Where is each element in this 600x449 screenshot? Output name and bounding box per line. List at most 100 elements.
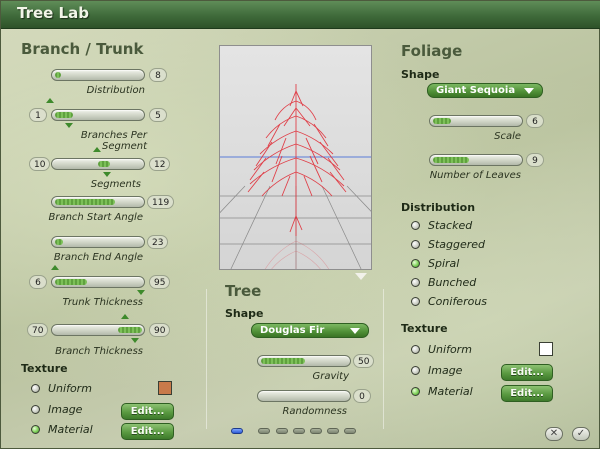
radio-button[interactable] [31, 425, 40, 434]
gravity-value: 50 [353, 354, 375, 368]
distribution-bunched[interactable]: Bunched [411, 276, 521, 290]
max-marker[interactable] [137, 290, 145, 295]
min-marker[interactable] [121, 314, 129, 319]
radio-button[interactable] [31, 405, 40, 414]
trunk-thickness-label: Trunk Thickness [62, 297, 143, 308]
scale-label: Scale [494, 131, 521, 142]
foliage-image-edit-button[interactable]: Edit... [501, 364, 553, 381]
max-marker[interactable] [103, 172, 111, 177]
segments-max: 12 [149, 157, 171, 171]
radio-label: Spiral [428, 257, 460, 270]
distribution-value: 8 [149, 68, 167, 82]
tree-preview-render [220, 84, 371, 269]
radio-label: Material [48, 423, 93, 436]
radio-button[interactable] [411, 259, 420, 268]
radio-button[interactable] [411, 240, 420, 249]
branches-per-segment-label: Branches Per Segment [80, 130, 147, 152]
foliage-material-edit-button[interactable]: Edit... [501, 385, 553, 402]
segments-slider[interactable] [51, 158, 145, 170]
gravity-label: Gravity [312, 371, 349, 382]
min-marker[interactable] [93, 147, 101, 152]
radio-label: Uniform [428, 343, 472, 356]
branch-thickness-min: 70 [27, 323, 49, 337]
max-marker[interactable] [65, 123, 73, 128]
branch-texture-title: Texture [21, 362, 68, 375]
number-of-leaves-value: 9 [526, 153, 544, 167]
foliage-shape-value: Giant Sequoia [436, 85, 516, 96]
branch-end-angle-slider[interactable] [51, 236, 145, 248]
tree-title: Tree [225, 282, 262, 300]
number-of-leaves-slider[interactable] [429, 154, 523, 166]
radio-button[interactable] [411, 366, 420, 375]
foliage-shape-dropdown[interactable]: Giant Sequoia [427, 83, 543, 98]
viewport-collapse-icon[interactable] [355, 273, 367, 280]
branch-start-angle-slider[interactable] [51, 196, 145, 208]
tree-preview-viewport[interactable] [219, 45, 372, 270]
branch-material-edit-button[interactable]: Edit... [121, 423, 174, 440]
page-indicator-2[interactable] [258, 428, 270, 434]
branch-color-swatch[interactable] [158, 381, 172, 395]
branch-thickness-slider[interactable] [51, 324, 145, 336]
distribution-slider[interactable] [51, 69, 145, 81]
branch-thickness-label: Branch Thickness [55, 346, 143, 357]
page-indicator-6[interactable] [327, 428, 339, 434]
page-indicator-3[interactable] [276, 428, 288, 434]
segments-label: Segments [90, 179, 141, 190]
branch-trunk-title: Branch / Trunk [21, 40, 144, 58]
foliage-texture-material[interactable]: Material [411, 385, 501, 399]
page-indicator-7[interactable] [344, 428, 356, 434]
scale-slider[interactable] [429, 115, 523, 127]
branches-per-segment-slider[interactable] [51, 109, 145, 121]
trunk-thickness-max: 95 [149, 275, 171, 289]
foliage-shape-label: Shape [401, 68, 440, 81]
branch-texture-uniform[interactable]: Uniform [31, 382, 151, 396]
number-of-leaves-label: Number of Leaves [429, 170, 521, 181]
foliage-title: Foliage [401, 42, 463, 60]
page-indicator-1[interactable] [231, 428, 243, 434]
radio-button[interactable] [411, 297, 420, 306]
foliage-texture-uniform[interactable]: Uniform [411, 343, 521, 357]
distribution-stacked[interactable]: Stacked [411, 219, 521, 233]
divider [383, 289, 384, 429]
randomness-slider[interactable] [257, 390, 351, 402]
branches-per-segment-max: 5 [149, 108, 167, 122]
trunk-thickness-slider[interactable] [51, 276, 145, 288]
title-bar[interactable]: Tree Lab [1, 1, 600, 29]
min-marker[interactable] [46, 98, 54, 103]
scale-value: 6 [526, 114, 544, 128]
foliage-color-swatch[interactable] [539, 342, 553, 356]
checkmark-icon[interactable]: ✓ [572, 427, 590, 441]
radio-button[interactable] [411, 278, 420, 287]
radio-label: Stacked [428, 219, 473, 232]
radio-label: Uniform [48, 382, 92, 395]
randomness-label: Randomness [282, 406, 347, 417]
gravity-slider[interactable] [257, 355, 351, 367]
segments-min: 10 [29, 157, 51, 171]
radio-button[interactable] [31, 384, 40, 393]
branch-image-edit-button[interactable]: Edit... [121, 403, 174, 420]
radio-label: Bunched [428, 276, 477, 289]
tree-shape-dropdown[interactable]: Douglas Fir [251, 323, 369, 338]
close-icon[interactable]: ✕ [545, 427, 563, 441]
foliage-texture-title: Texture [401, 322, 448, 335]
max-marker[interactable] [131, 338, 139, 343]
branch-end-angle-value: 23 [147, 235, 169, 249]
page-indicator-4[interactable] [293, 428, 305, 434]
branch-texture-material[interactable]: Material [31, 423, 121, 437]
branch-start-angle-value: 119 [147, 195, 175, 209]
trunk-thickness-min: 6 [29, 275, 47, 289]
page-indicator-5[interactable] [310, 428, 322, 434]
randomness-value: 0 [353, 389, 371, 403]
distribution-staggered[interactable]: Staggered [411, 238, 521, 252]
radio-label: Staggered [428, 238, 486, 251]
distribution-coniferous[interactable]: Coniferous [411, 295, 521, 309]
tree-lab-window: Tree Lab Branch / Trunk 8 Distribution 1… [0, 0, 600, 449]
radio-label: Coniferous [428, 295, 488, 308]
radio-button[interactable] [411, 221, 420, 230]
branch-texture-image[interactable]: Image [31, 403, 121, 417]
radio-button[interactable] [411, 387, 420, 396]
min-marker[interactable] [51, 265, 59, 270]
radio-button[interactable] [411, 345, 420, 354]
foliage-texture-image[interactable]: Image [411, 364, 501, 378]
distribution-spiral[interactable]: Spiral [411, 257, 521, 271]
